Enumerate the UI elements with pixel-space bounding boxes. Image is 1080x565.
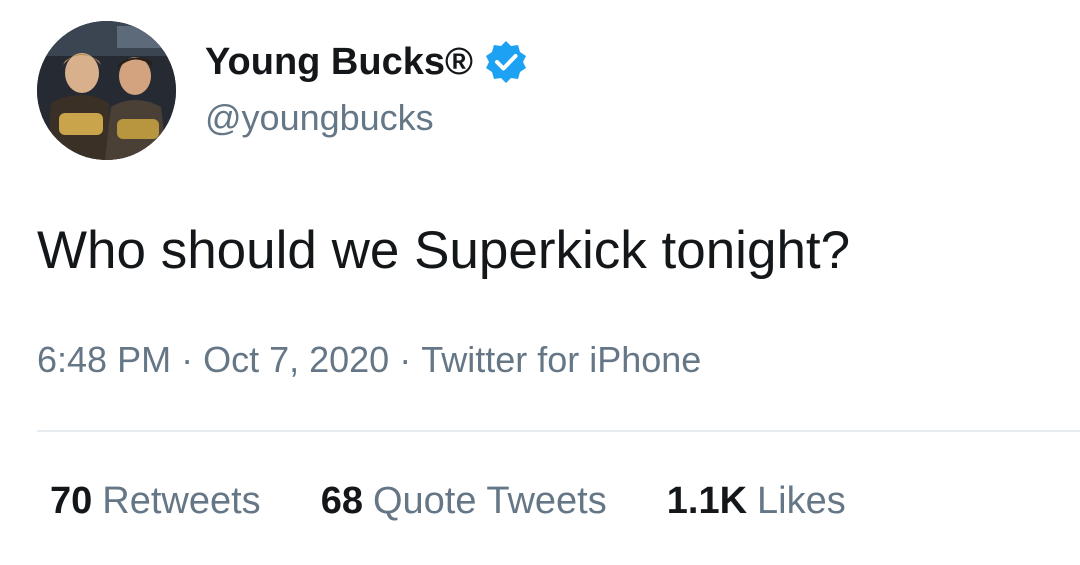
user-handle[interactable]: @youngbucks (205, 97, 434, 139)
tweet-source[interactable]: Twitter for iPhone (421, 339, 701, 380)
tweet-date[interactable]: Oct 7, 2020 (203, 339, 389, 380)
retweets-stat[interactable]: 70 Retweets (50, 480, 261, 523)
divider (37, 430, 1080, 432)
avatar[interactable] (37, 21, 176, 160)
likes-stat[interactable]: 1.1K Likes (667, 480, 846, 523)
meta-separator: · (399, 339, 412, 380)
likes-label: Likes (757, 480, 846, 522)
meta-separator: · (181, 339, 194, 380)
tweet-time[interactable]: 6:48 PM (37, 339, 171, 380)
retweets-count: 70 (50, 480, 93, 522)
tweet-stats: 70 Retweets 68 Quote Tweets 1.1K Likes (50, 480, 906, 523)
name-row: Young Bucks® (205, 40, 529, 84)
likes-count: 1.1K (666, 480, 748, 522)
verified-badge-icon (483, 39, 529, 85)
quotes-label: Quote Tweets (372, 480, 607, 522)
quotes-count: 68 (320, 480, 363, 522)
tweet-text: Who should we Superkick tonight? (37, 221, 851, 280)
avatar-image (37, 21, 176, 160)
tweet-meta: 6:48 PM · Oct 7, 2020 · Twitter for iPhone (37, 339, 701, 381)
retweets-label: Retweets (102, 480, 261, 522)
quotes-stat[interactable]: 68 Quote Tweets (321, 480, 607, 523)
tweet-card: Young Bucks® @youngbucks Who should we S… (0, 0, 1080, 565)
display-name[interactable]: Young Bucks® (205, 41, 473, 84)
